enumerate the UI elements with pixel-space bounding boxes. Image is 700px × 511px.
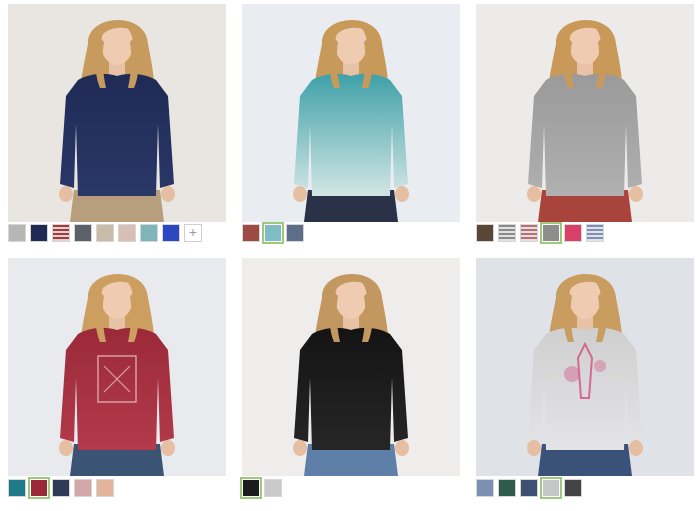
color-swatch-list: [240, 477, 282, 499]
color-swatch-charcoal-print[interactable]: [74, 224, 92, 242]
color-swatch-blue-floral[interactable]: [476, 479, 494, 497]
color-swatch-list: [476, 222, 604, 244]
color-swatch-light-gray[interactable]: [264, 479, 282, 497]
product-image[interactable]: [242, 4, 460, 222]
color-swatch-brown[interactable]: [476, 224, 494, 242]
color-swatch-navy-print[interactable]: [52, 479, 70, 497]
product-image[interactable]: [476, 258, 694, 476]
color-swatch-navy[interactable]: [30, 224, 48, 242]
color-swatch-list: [476, 477, 582, 499]
color-swatch-rust-ombre[interactable]: [242, 224, 260, 242]
color-swatch-royal-blue[interactable]: [162, 224, 180, 242]
color-swatch-black[interactable]: [240, 477, 262, 499]
product-image[interactable]: [242, 258, 460, 476]
color-swatch-teal-ombre[interactable]: [262, 222, 284, 244]
color-swatch-slate-ombre[interactable]: [286, 224, 304, 242]
color-swatch-heather-gray[interactable]: [540, 222, 562, 244]
more-colors-button[interactable]: +: [184, 224, 202, 242]
color-swatch-teal[interactable]: [8, 479, 26, 497]
color-swatch-red-stripe[interactable]: [52, 224, 70, 242]
color-swatch-teal[interactable]: [140, 224, 158, 242]
color-swatch-gray-stripe[interactable]: [498, 224, 516, 242]
product-image[interactable]: [8, 4, 226, 222]
color-swatch-heather-gray[interactable]: [8, 224, 26, 242]
color-swatch-list: +: [8, 224, 202, 242]
product-image[interactable]: [476, 4, 694, 222]
color-swatch-charcoal-print[interactable]: [564, 479, 582, 497]
color-swatch-oatmeal[interactable]: [96, 224, 114, 242]
color-swatch-rose-stripe[interactable]: [520, 224, 538, 242]
color-swatch-pink-print[interactable]: [74, 479, 92, 497]
color-swatch-list: [8, 477, 114, 499]
color-swatch-peach-print[interactable]: [96, 479, 114, 497]
color-swatch-berry[interactable]: [28, 477, 50, 499]
color-swatch-navy-floral[interactable]: [520, 479, 538, 497]
color-swatch-light-gray-eiffel[interactable]: [540, 477, 562, 499]
color-swatch-blue-stripe[interactable]: [586, 224, 604, 242]
color-swatch-list: [242, 222, 304, 244]
product-image[interactable]: [8, 258, 226, 476]
color-swatch-pink[interactable]: [564, 224, 582, 242]
color-swatch-blush[interactable]: [118, 224, 136, 242]
color-swatch-green-print[interactable]: [498, 479, 516, 497]
